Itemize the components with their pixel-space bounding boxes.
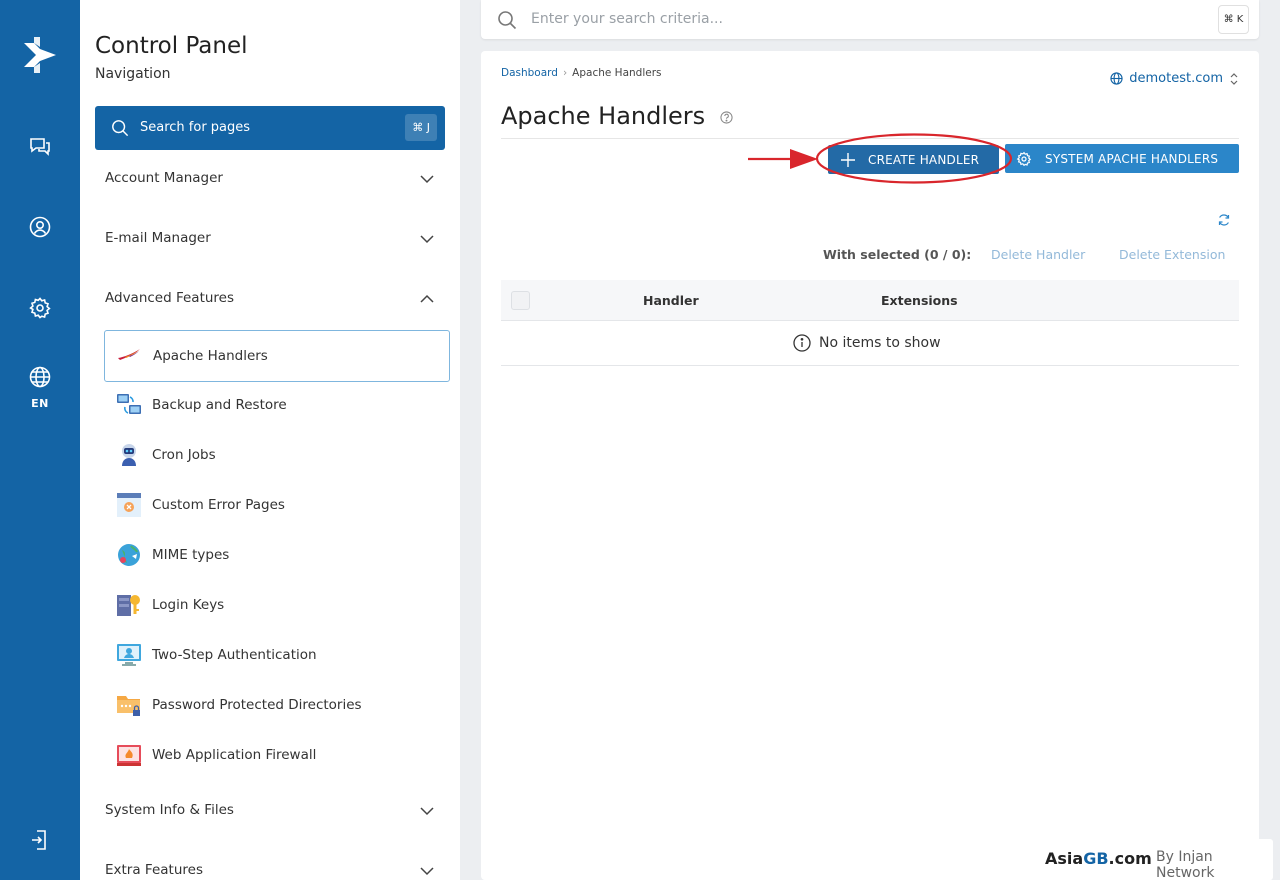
nav-item-label: Apache Handlers — [153, 348, 268, 364]
gear-icon — [1016, 151, 1032, 167]
section-label: System Info & Files — [105, 802, 234, 818]
global-search-shortcut: ⌘ K — [1218, 5, 1249, 34]
section-extra-features[interactable]: Extra Features — [105, 857, 435, 880]
search-icon — [112, 120, 129, 137]
section-label: Extra Features — [105, 862, 203, 878]
nav-item-label: Two-Step Authentication — [152, 647, 317, 663]
chat-icon[interactable] — [28, 134, 52, 158]
nav-item-label: Web Application Firewall — [152, 747, 317, 763]
language-code[interactable]: EN — [0, 397, 80, 410]
section-account-manager[interactable]: Account Manager — [105, 165, 435, 193]
global-search-placeholder: Enter your search criteria... — [531, 11, 723, 27]
backup-computers-icon — [117, 394, 141, 414]
section-advanced-features[interactable]: Advanced Features — [105, 285, 435, 313]
nav-item-mime-types[interactable]: MIME types — [104, 530, 450, 582]
breadcrumb-dashboard-link[interactable]: Dashboard — [501, 67, 558, 79]
global-search-bar[interactable]: Enter your search criteria... ⌘ K — [481, 0, 1259, 39]
nav-item-label: Custom Error Pages — [152, 497, 285, 513]
section-label: Account Manager — [105, 170, 223, 186]
key-server-icon — [117, 595, 140, 616]
nav-item-apache-handlers[interactable]: Apache Handlers — [104, 330, 450, 382]
robot-icon — [122, 444, 136, 466]
nav-item-login-keys[interactable]: Login Keys — [104, 580, 450, 632]
panel-title: Control Panel — [95, 33, 248, 59]
breadcrumb: Dashboard › Apache Handlers — [501, 67, 662, 79]
logout-icon[interactable] — [28, 828, 52, 852]
column-header-handler[interactable]: Handler — [643, 293, 699, 308]
nav-item-cron-jobs[interactable]: Cron Jobs — [104, 430, 450, 482]
page-search-shortcut: ⌘ J — [405, 114, 437, 141]
nav-item-password-protected-dirs[interactable]: Password Protected Directories — [104, 680, 450, 732]
domain-selector[interactable]: demotest.com — [1110, 71, 1239, 86]
two-step-monitor-icon — [117, 644, 141, 666]
chevron-down-icon — [420, 235, 434, 244]
firewall-icon — [117, 745, 141, 766]
nav-item-custom-error-pages[interactable]: Custom Error Pages — [104, 480, 450, 532]
breadcrumb-separator: › — [562, 67, 568, 79]
watermark: AsiaGB.com By Injan Network — [1037, 839, 1273, 880]
apache-feather-icon — [118, 349, 140, 360]
nav-item-backup-restore[interactable]: Backup and Restore — [104, 380, 450, 432]
chevron-up-icon — [420, 294, 434, 303]
error-page-icon — [117, 493, 141, 517]
search-icon — [498, 11, 517, 30]
empty-message: No items to show — [819, 335, 941, 351]
create-handler-label: CREATE HANDLER — [868, 153, 980, 167]
locked-folder-icon — [117, 696, 140, 716]
with-selected-label: With selected (0 / 0): — [823, 247, 972, 262]
system-apache-handlers-label: SYSTEM APACHE HANDLERS — [1045, 152, 1219, 166]
empty-table-row: No items to show — [501, 321, 1239, 366]
nav-item-web-app-firewall[interactable]: Web Application Firewall — [104, 730, 450, 782]
nav-item-label: Cron Jobs — [152, 447, 216, 463]
nav-item-label: Login Keys — [152, 597, 225, 613]
content-card: Dashboard › Apache Handlers demotest.com A… — [481, 51, 1259, 880]
left-rail: EN — [0, 0, 80, 880]
delete-extension-action[interactable]: Delete Extension — [1119, 247, 1225, 262]
navigation-panel: Control Panel Navigation Search for page… — [80, 0, 460, 880]
chevron-down-icon — [420, 867, 434, 876]
nav-item-label: MIME types — [152, 547, 230, 563]
globe-arrows-icon — [118, 544, 140, 566]
refresh-icon[interactable] — [1217, 213, 1231, 227]
nav-item-two-step-auth[interactable]: Two-Step Authentication — [104, 630, 450, 682]
title-divider — [501, 138, 1239, 139]
help-icon[interactable] — [720, 111, 733, 124]
section-email-manager[interactable]: E-mail Manager — [105, 225, 435, 253]
system-apache-handlers-button[interactable]: SYSTEM APACHE HANDLERS — [1005, 144, 1239, 173]
select-all-checkbox[interactable] — [511, 291, 530, 310]
nav-item-label: Backup and Restore — [152, 397, 287, 413]
panel-subtitle: Navigation — [95, 66, 171, 82]
domain-name: demotest.com — [1129, 71, 1223, 86]
section-label: E-mail Manager — [105, 230, 211, 246]
watermark-byline: By Injan Network — [1156, 849, 1215, 880]
chevron-down-icon — [420, 175, 434, 184]
gear-icon[interactable] — [28, 296, 52, 320]
column-header-extensions[interactable]: Extensions — [881, 293, 958, 308]
watermark-brand: AsiaGB.com — [1045, 849, 1152, 868]
user-account-icon[interactable] — [28, 215, 52, 239]
chevron-up-down-icon — [1230, 72, 1238, 85]
section-label: Advanced Features — [105, 290, 235, 306]
app-logo-icon[interactable] — [20, 35, 60, 75]
nav-item-label: Password Protected Directories — [152, 697, 362, 713]
table-header: Handler Extensions — [501, 280, 1239, 321]
page-title: Apache Handlers — [501, 102, 706, 130]
breadcrumb-current: Apache Handlers — [572, 67, 662, 79]
language-globe-icon[interactable] — [28, 365, 52, 389]
page-search-button[interactable]: Search for pages ⌘ J — [95, 106, 445, 150]
chevron-down-icon — [420, 807, 434, 816]
delete-handler-action[interactable]: Delete Handler — [991, 247, 1085, 262]
section-system-info-files[interactable]: System Info & Files — [105, 797, 435, 825]
globe-icon — [1110, 72, 1123, 85]
page-search-label: Search for pages — [140, 120, 251, 135]
info-icon — [793, 334, 811, 352]
plus-icon — [841, 153, 855, 167]
create-handler-button[interactable]: CREATE HANDLER — [828, 145, 999, 174]
